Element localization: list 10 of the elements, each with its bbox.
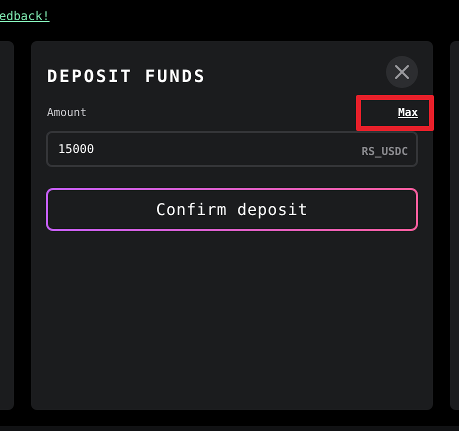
feedback-link[interactable]: edback! (0, 9, 50, 23)
currency-label: RS_USDC (362, 144, 408, 158)
amount-label: Amount (47, 106, 87, 118)
modal-title: DEPOSIT FUNDS (47, 67, 206, 87)
amount-field[interactable]: 15000 RS_USDC (46, 131, 418, 167)
close-button[interactable] (386, 56, 418, 88)
confirm-deposit-button[interactable]: Confirm deposit (46, 188, 418, 231)
amount-input[interactable]: 15000 (58, 142, 362, 156)
close-icon (394, 64, 410, 80)
max-link[interactable]: Max (398, 106, 418, 118)
